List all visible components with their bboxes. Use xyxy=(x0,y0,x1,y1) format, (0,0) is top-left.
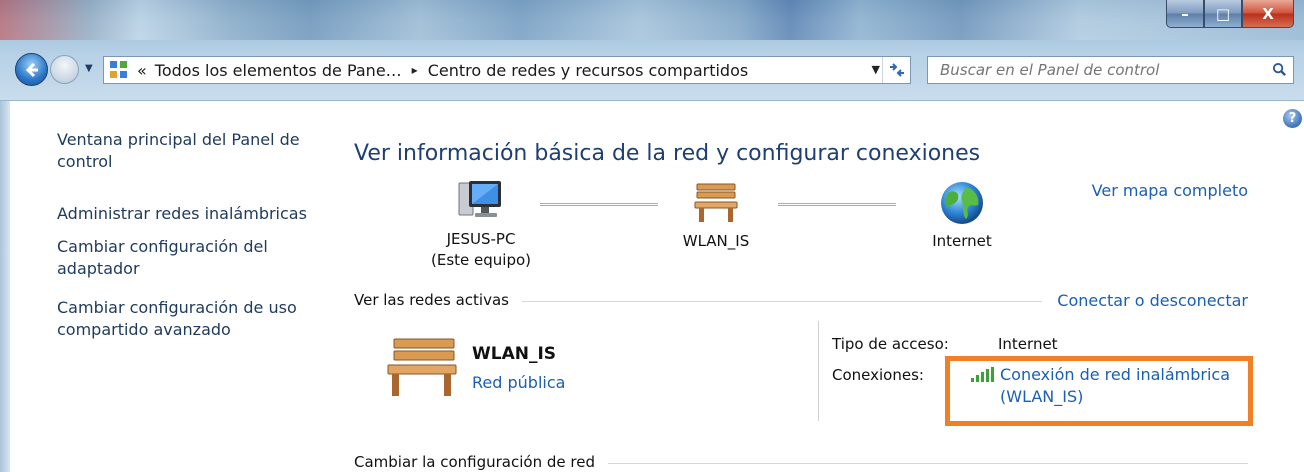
access-type-label: Tipo de acceso: xyxy=(832,335,949,353)
breadcrumb-network-center[interactable]: Centro de redes y recursos compartidos xyxy=(428,61,749,80)
title-bar-background xyxy=(0,0,1304,40)
sidebar-item-control-panel-home[interactable]: Ventana principal del Panel de control xyxy=(57,129,317,173)
network-node-computer[interactable]: JESUS-PC (Este equipo) xyxy=(418,179,544,271)
content-area: Ventana principal del Panel de control A… xyxy=(0,100,1304,472)
bench-icon xyxy=(387,338,457,396)
network-node-wlan[interactable]: WLAN_IS xyxy=(664,181,768,252)
page-title: Ver información básica de la red y confi… xyxy=(354,141,981,166)
breadcrumb-prefix[interactable]: « xyxy=(137,61,147,80)
search-input[interactable] xyxy=(940,61,1260,79)
minimize-button[interactable]: – xyxy=(1166,0,1204,28)
globe-icon xyxy=(941,182,983,224)
maximize-icon: □ xyxy=(1215,4,1231,23)
wireless-connection-link-line2[interactable]: (WLAN_IS) xyxy=(1000,386,1230,408)
breadcrumb-separator[interactable]: ▸ xyxy=(412,63,418,77)
refresh-button[interactable] xyxy=(882,57,910,83)
minimize-icon: – xyxy=(1181,4,1189,23)
computer-icon xyxy=(458,181,501,217)
connect-disconnect-link[interactable]: Conectar o desconectar xyxy=(1057,291,1248,310)
back-arrow-icon xyxy=(25,62,38,77)
wireless-connection-link-line1[interactable]: Conexión de red inalámbrica xyxy=(1000,364,1230,386)
connections-label: Conexiones: xyxy=(832,366,924,384)
full-map-link[interactable]: Ver mapa completo xyxy=(1092,181,1248,200)
computer-subtitle: (Este equipo) xyxy=(431,251,531,269)
breadcrumb-all-items[interactable]: Todos los elementos de Pane… xyxy=(155,61,402,80)
sidebar-item-adapter-settings[interactable]: Cambiar configuración del adaptador xyxy=(57,236,317,280)
address-bar[interactable]: « Todos los elementos de Pane… ▸ Centro … xyxy=(103,56,911,84)
search-box[interactable] xyxy=(927,56,1294,84)
close-icon: X xyxy=(1262,4,1274,23)
help-icon[interactable]: ? xyxy=(1283,109,1302,128)
wireless-connection-link[interactable]: Conexión de red inalámbrica (WLAN_IS) xyxy=(1000,364,1230,408)
vertical-divider xyxy=(818,321,819,421)
address-dropdown-icon[interactable]: ▼ xyxy=(872,63,880,76)
active-network-name: WLAN_IS xyxy=(472,344,557,364)
change-settings-heading: Cambiar la configuración de red xyxy=(354,453,595,471)
wlan-node-name: WLAN_IS xyxy=(682,232,750,250)
refresh-icon xyxy=(889,63,904,77)
control-panel-icon xyxy=(109,60,129,80)
access-type-value: Internet xyxy=(998,335,1058,353)
window-controls: – □ X xyxy=(1166,0,1294,28)
network-type-link[interactable]: Red pública xyxy=(472,373,565,392)
maximize-button[interactable]: □ xyxy=(1204,0,1242,28)
computer-name: JESUS-PC xyxy=(446,230,516,248)
connection-line xyxy=(778,203,896,206)
back-button[interactable] xyxy=(15,53,48,86)
close-button[interactable]: X xyxy=(1242,0,1294,28)
sidebar-item-advanced-sharing[interactable]: Cambiar configuración de uso compartido … xyxy=(57,297,317,341)
section-divider xyxy=(608,463,1248,464)
sidebar-item-manage-wireless[interactable]: Administrar redes inalámbricas xyxy=(57,203,317,225)
wifi-signal-icon xyxy=(971,367,994,382)
bench-icon xyxy=(694,183,738,222)
window-frame-left xyxy=(0,101,10,472)
forward-button[interactable] xyxy=(50,55,79,84)
internet-node-name: Internet xyxy=(932,232,992,250)
network-node-internet[interactable]: Internet xyxy=(912,179,1012,252)
window-chrome: – □ X ▼ « Todos los elementos de Pane… ▸… xyxy=(0,0,1304,100)
navigation-bar: ▼ « Todos los elementos de Pane… ▸ Centr… xyxy=(0,50,1304,90)
recent-pages-dropdown[interactable]: ▼ xyxy=(85,63,93,74)
section-divider xyxy=(522,301,1042,302)
sidebar: Ventana principal del Panel de control A… xyxy=(10,101,330,472)
search-icon[interactable] xyxy=(1272,62,1287,77)
active-networks-heading: Ver las redes activas xyxy=(354,291,509,309)
connection-line xyxy=(540,203,658,206)
